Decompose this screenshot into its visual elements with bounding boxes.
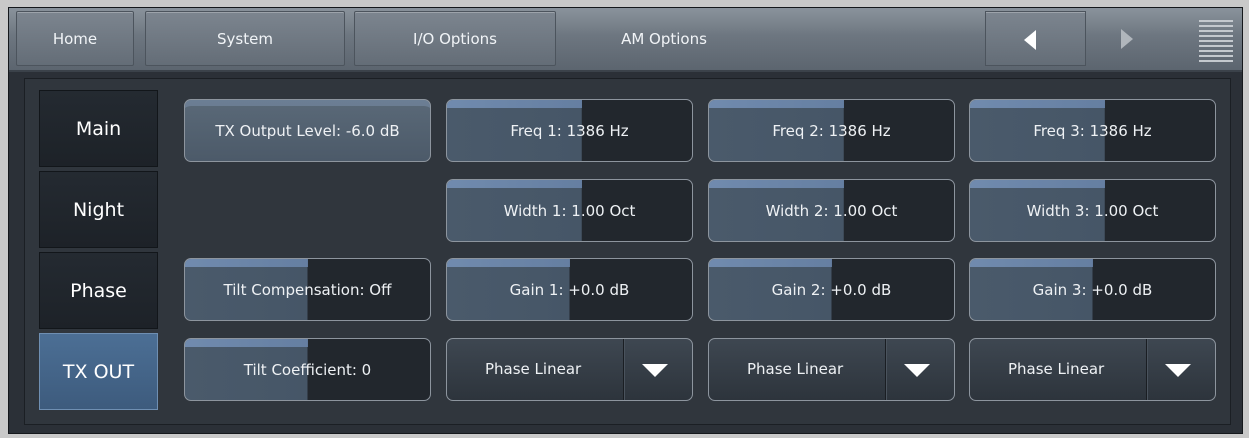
- freq3-slider[interactable]: Freq 3: 1386 Hz: [969, 99, 1216, 162]
- dropdown-divider: [623, 339, 624, 400]
- sidebar-item-label: Phase: [70, 279, 127, 302]
- phase2-dropdown[interactable]: Phase Linear: [708, 338, 955, 401]
- tilt-coefficient-slider[interactable]: Tilt Coefficient: 0: [184, 338, 431, 401]
- top-nav-bar: Home System I/O Options AM Options: [9, 8, 1242, 72]
- tab-system[interactable]: System: [145, 11, 345, 66]
- app-window: Home System I/O Options AM Options Main …: [8, 7, 1243, 434]
- tab-io-options[interactable]: I/O Options: [354, 11, 556, 66]
- phase2-label: Phase Linear: [747, 360, 844, 378]
- forward-button[interactable]: [1099, 11, 1189, 66]
- sidebar-item-label: Night: [72, 198, 125, 221]
- sidebar-item-label: TX OUT: [62, 360, 135, 383]
- width1-label: Width 1: 1.00 Oct: [503, 201, 636, 220]
- tab-am-options[interactable]: AM Options: [564, 11, 764, 66]
- width2-label: Width 2: 1.00 Oct: [765, 201, 898, 220]
- arrow-left-icon: [1024, 30, 1036, 50]
- width2-slider[interactable]: Width 2: 1.00 Oct: [708, 179, 955, 242]
- gain3-slider[interactable]: Gain 3: +0.0 dB: [969, 258, 1216, 321]
- freq3-label: Freq 3: 1386 Hz: [1033, 121, 1152, 140]
- freq2-slider[interactable]: Freq 2: 1386 Hz: [708, 99, 955, 162]
- menu-grip-icon[interactable]: [1199, 20, 1233, 62]
- triangle-down-icon: [904, 364, 930, 377]
- gain1-slider[interactable]: Gain 1: +0.0 dB: [446, 258, 693, 321]
- dropdown-divider: [885, 339, 886, 400]
- triangle-down-icon: [642, 364, 668, 377]
- gain2-label: Gain 2: +0.0 dB: [771, 280, 892, 299]
- tab-home-label: Home: [52, 29, 98, 48]
- sidebar-item-label: Main: [75, 117, 122, 140]
- gain3-label: Gain 3: +0.0 dB: [1032, 280, 1153, 299]
- tx-output-level-label: TX Output Level: -6.0 dB: [215, 121, 400, 140]
- tab-am-options-label: AM Options: [621, 29, 707, 48]
- phase3-dropdown[interactable]: Phase Linear: [969, 338, 1216, 401]
- freq1-slider[interactable]: Freq 1: 1386 Hz: [446, 99, 693, 162]
- phase3-label: Phase Linear: [1008, 360, 1105, 378]
- tx-output-level-button[interactable]: TX Output Level: -6.0 dB: [184, 99, 431, 162]
- tab-system-label: System: [217, 29, 273, 48]
- tab-io-options-label: I/O Options: [413, 29, 497, 48]
- phase1-dropdown[interactable]: Phase Linear: [446, 338, 693, 401]
- sidebar-item-main[interactable]: Main: [39, 90, 158, 167]
- triangle-down-icon: [1165, 364, 1191, 377]
- freq2-label: Freq 2: 1386 Hz: [772, 121, 891, 140]
- tilt-compensation-slider[interactable]: Tilt Compensation: Off: [184, 258, 431, 321]
- tilt-compensation-label: Tilt Compensation: Off: [223, 280, 392, 299]
- phase1-label: Phase Linear: [485, 360, 582, 378]
- back-button[interactable]: [985, 11, 1086, 66]
- dropdown-divider: [1146, 339, 1147, 400]
- sidebar-item-tx-out[interactable]: TX OUT: [39, 333, 158, 410]
- arrow-right-icon: [1121, 29, 1133, 49]
- width1-slider[interactable]: Width 1: 1.00 Oct: [446, 179, 693, 242]
- tab-home[interactable]: Home: [16, 11, 134, 66]
- gain2-slider[interactable]: Gain 2: +0.0 dB: [708, 258, 955, 321]
- width3-label: Width 3: 1.00 Oct: [1026, 201, 1159, 220]
- sidebar-item-phase[interactable]: Phase: [39, 252, 158, 329]
- tilt-coefficient-label: Tilt Coefficient: 0: [243, 360, 372, 379]
- sidebar-item-night[interactable]: Night: [39, 171, 158, 248]
- width3-slider[interactable]: Width 3: 1.00 Oct: [969, 179, 1216, 242]
- freq1-label: Freq 1: 1386 Hz: [510, 121, 629, 140]
- gain1-label: Gain 1: +0.0 dB: [509, 280, 630, 299]
